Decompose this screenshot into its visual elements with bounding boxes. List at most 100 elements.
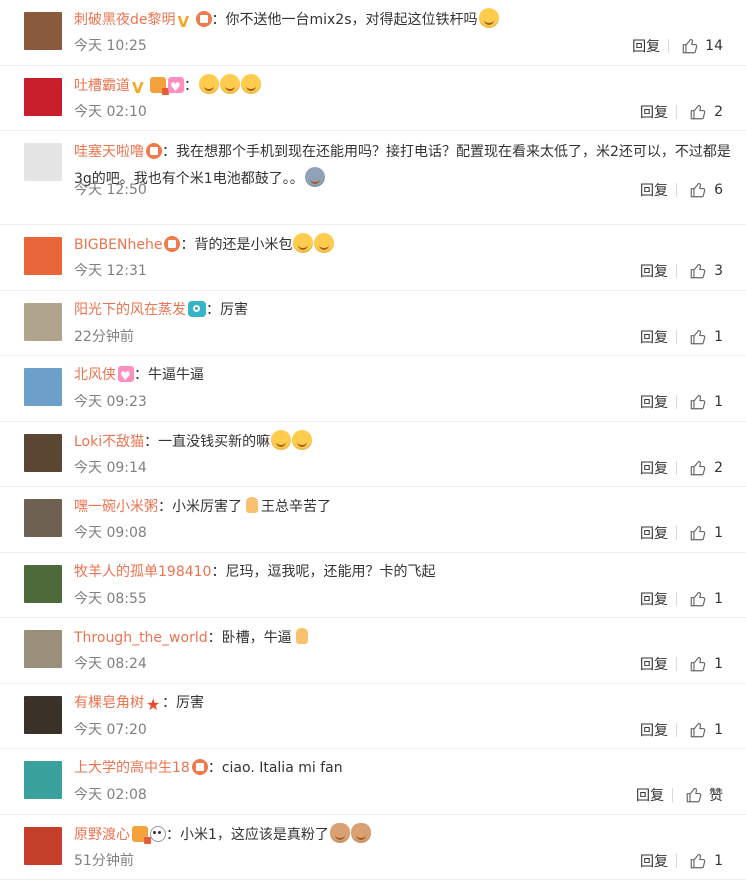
comment-actions: 回复 14 [632,35,723,57]
reply-button[interactable]: 回复 [640,102,668,122]
reply-button[interactable]: 回复 [640,851,668,871]
laugh-emoji-icon [479,8,499,28]
avatar[interactable] [24,761,62,799]
comment-text: ciao. Italia mi fan [222,760,343,776]
heart-badge-icon [168,77,184,93]
like-button[interactable]: 1 [689,721,723,739]
reply-button[interactable]: 回复 [640,392,668,412]
colon-separator: ： [208,630,222,646]
username-link[interactable]: 刺破黑夜de黎明 [74,12,176,28]
like-count: 2 [713,104,723,120]
avatar[interactable] [24,499,62,537]
username-link[interactable]: Through_the_world [74,630,208,646]
comment-emojis [292,630,311,646]
action-divider [676,526,677,540]
username-link[interactable]: 上大学的高中生18 [74,760,190,776]
username-link[interactable]: 嘿一碗小米粥 [74,499,158,515]
like-button[interactable]: 1 [689,328,723,346]
avatar[interactable] [24,827,62,865]
camera-badge-icon [188,301,206,317]
avatar[interactable] [24,237,62,275]
avatar[interactable] [24,696,62,734]
username-link[interactable]: 阳光下的风在蒸发 [74,302,186,318]
username-link[interactable]: Loki不敌猫 [74,434,144,450]
comment-item: 上大学的高中生18：ciao. Italia mi fan 今天 02:08 回… [0,749,746,815]
avatar[interactable] [24,434,62,472]
avatar-image [24,630,62,668]
comment-actions: 回复 1 [640,522,723,544]
reply-button[interactable]: 回复 [640,654,668,674]
avatar[interactable] [24,630,62,668]
avatar[interactable] [24,368,62,406]
reply-button[interactable]: 回复 [640,261,668,281]
comment-item: BIGBENhehe：背的还是小米包 今天 12:31 回复 3 [0,225,746,291]
username-link[interactable]: 有棵皂角树 [74,695,144,711]
avatar-image [24,237,62,275]
comment-emojis [242,499,261,515]
username-link[interactable]: 北风侠 [74,367,116,383]
avatar-image [24,761,62,799]
comment-actions: 回复 1 [640,326,723,348]
comment-time: 51分钟前 [74,850,134,872]
avatar[interactable] [24,565,62,603]
comment-time: 今天 08:55 [74,588,147,610]
action-divider [676,461,677,475]
reply-button[interactable]: 回复 [640,327,668,347]
comment-item: 原野渡心：小米1，这应该是真粉了 51分钟前 回复 1 [0,815,746,880]
like-count: 1 [713,853,723,869]
username-link[interactable]: BIGBENhehe [74,237,162,253]
like-button[interactable]: 2 [689,103,723,121]
cry-emoji-icon [293,233,313,253]
like-button[interactable]: 14 [681,37,723,55]
like-count: 1 [713,525,723,541]
like-button[interactable]: 1 [689,655,723,673]
action-divider [676,395,677,409]
avatar-image [24,368,62,406]
colon-separator: ： [144,434,158,450]
reply-button[interactable]: 回复 [636,785,664,805]
comment-body: 吐槽霸道： [74,74,732,96]
comment-item: 牧羊人的孤单198410：尼玛，逗我呢，还能用？卡的飞起 今天 08:55 回复… [0,553,746,619]
vip-badge-icon [146,143,162,159]
like-count: 1 [713,394,723,410]
reply-button[interactable]: 回复 [640,458,668,478]
like-button[interactable]: 1 [689,393,723,411]
user-badges [176,12,212,28]
like-count: 3 [713,263,723,279]
reply-button[interactable]: 回复 [640,180,668,200]
comment-text: 牛逼牛逼 [148,367,204,383]
like-button[interactable]: 2 [689,459,723,477]
like-button[interactable]: 1 [689,524,723,542]
vip-badge-icon [164,236,180,252]
comment-text-extra: 王总辛苦了 [261,499,331,515]
reply-button[interactable]: 回复 [640,589,668,609]
avatar[interactable] [24,303,62,341]
thumbs-up-icon [689,852,707,870]
comment-text: 厉害 [176,695,204,711]
user-badges [190,760,208,776]
like-button[interactable]: 1 [689,590,723,608]
reply-button[interactable]: 回复 [632,36,660,56]
like-button[interactable]: 赞 [685,785,723,805]
user-badges [116,367,134,383]
username-link[interactable]: 原野渡心 [74,827,130,843]
like-button[interactable]: 6 [689,181,723,199]
username-link[interactable]: 哇塞天啦噜 [74,144,144,160]
like-count: 6 [713,182,723,198]
avatar[interactable] [24,143,62,181]
thumbs-up-icon [685,786,703,804]
gold-badge-icon [150,77,166,93]
cat-emoji-icon [330,823,350,843]
like-button[interactable]: 3 [689,262,723,280]
reply-button[interactable]: 回复 [640,720,668,740]
username-link[interactable]: 牧羊人的孤单198410 [74,564,211,580]
comment-time: 今天 02:10 [74,101,147,123]
like-button[interactable]: 1 [689,852,723,870]
colon-separator: ： [212,12,226,28]
comment-emojis [270,434,312,450]
comment-item: 阳光下的风在蒸发：厉害 22分钟前 回复 1 [0,291,746,357]
reply-button[interactable]: 回复 [640,523,668,543]
username-link[interactable]: 吐槽霸道 [74,78,130,94]
avatar[interactable] [24,78,62,116]
avatar[interactable] [24,12,62,50]
